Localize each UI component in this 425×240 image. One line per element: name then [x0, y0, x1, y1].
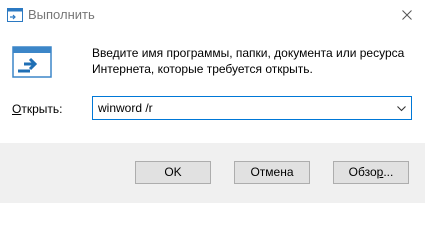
chevron-down-icon — [396, 101, 406, 115]
close-icon — [402, 10, 412, 20]
run-dialog: Выполнить Введите имя программы, папки, … — [0, 0, 425, 203]
window-title: Выполнить — [28, 7, 95, 22]
button-panel: OK Отмена Обзор... — [0, 143, 425, 203]
run-dialog-icon — [7, 8, 23, 22]
run-program-icon — [12, 45, 54, 81]
open-label-accesskey: О — [12, 102, 22, 116]
title-bar[interactable]: Выполнить — [0, 0, 425, 30]
open-field-label: Открыть: — [12, 101, 62, 117]
browse-label-start: Обзо — [348, 165, 377, 179]
open-combobox[interactable] — [92, 96, 412, 120]
dialog-description: Введите имя программы, папки, документа … — [92, 46, 405, 76]
browse-label-end: ... — [383, 165, 394, 179]
close-button[interactable] — [389, 0, 425, 30]
open-label-text: ткрыть: — [21, 102, 63, 116]
cancel-button[interactable]: Отмена — [234, 161, 310, 184]
open-input[interactable] — [93, 97, 389, 119]
browse-button[interactable]: Обзор... — [333, 161, 409, 184]
ok-button[interactable]: OK — [135, 161, 211, 184]
open-dropdown-button[interactable] — [391, 97, 411, 119]
